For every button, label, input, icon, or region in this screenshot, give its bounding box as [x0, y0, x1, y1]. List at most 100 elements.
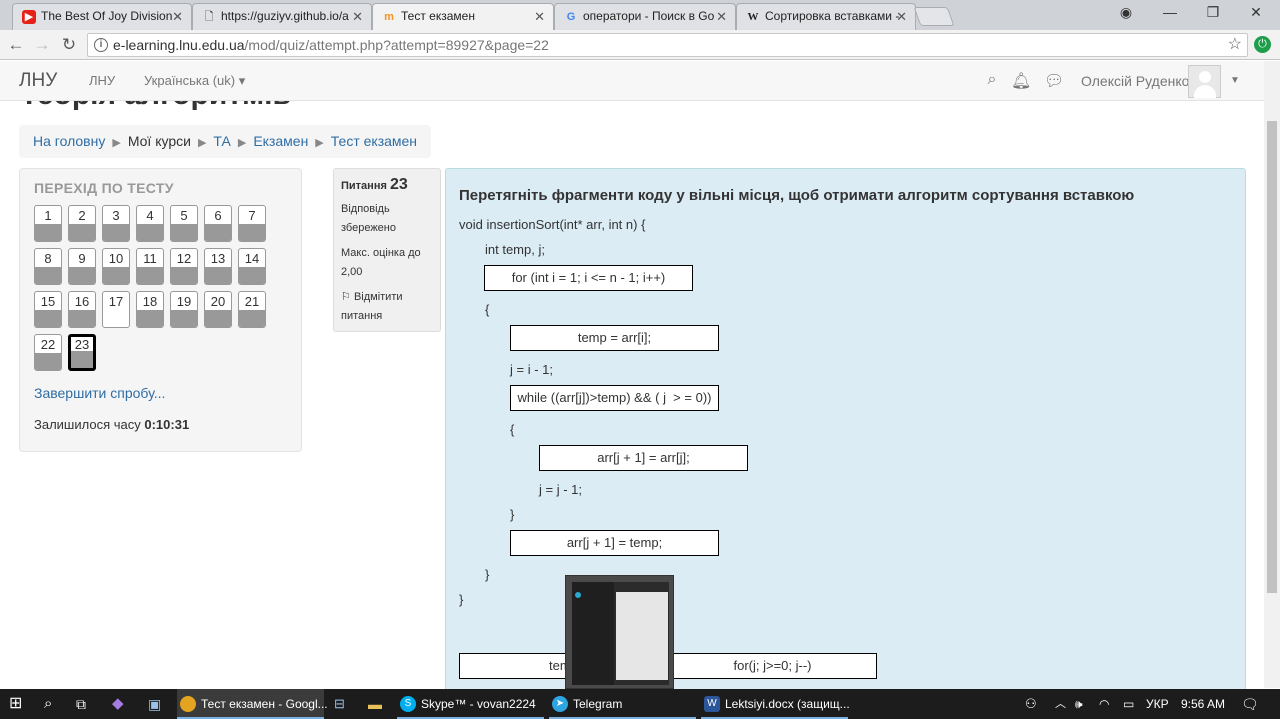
- answered-state-fill: [171, 267, 197, 284]
- taskbar-app-skype[interactable]: S Skype™ - vovan2224: [397, 689, 544, 719]
- quiz-question-button[interactable]: 21: [238, 291, 266, 328]
- wifi-icon[interactable]: ◠: [1099, 689, 1109, 719]
- taskbar-app-label: Lektsiyi.docx (защищ...: [725, 697, 850, 711]
- forward-icon[interactable]: →: [31, 34, 53, 56]
- tab-title: Сортировка вставками -: [765, 9, 900, 23]
- quiz-nav-title: ПЕРЕХІД ПО ТЕСТУ: [34, 180, 174, 196]
- new-tab-button[interactable]: [913, 7, 955, 26]
- close-icon[interactable]: ✕: [716, 4, 727, 29]
- drop-zone[interactable]: arr[j + 1] = temp;: [510, 530, 719, 556]
- photos-icon[interactable]: ▣: [148, 689, 161, 719]
- flag-question-link[interactable]: ⚐ Відмітити питання: [341, 288, 433, 326]
- site-brand[interactable]: ЛНУ: [19, 70, 57, 92]
- drop-zone[interactable]: while ((arr[j])>temp) && ( j > = 0)): [510, 385, 719, 411]
- extension-icon[interactable]: ⏻: [1254, 36, 1271, 53]
- quiz-question-button[interactable]: 9: [68, 248, 96, 285]
- taskbar-app-telegram[interactable]: ➤ Telegram: [549, 689, 696, 719]
- quiz-question-button[interactable]: 7: [238, 205, 266, 242]
- restore-icon[interactable]: ❐: [1203, 4, 1223, 21]
- browser-tab-wikipedia[interactable]: W Сортировка вставками - ✕: [736, 3, 916, 30]
- quiz-question-button[interactable]: 13: [204, 248, 232, 285]
- url-bar[interactable]: i e-learning.lnu.edu.ua/mod/quiz/attempt…: [87, 33, 1248, 57]
- quiz-question-button[interactable]: 3: [102, 205, 130, 242]
- breadcrumb-separator-icon: ▶: [197, 137, 207, 149]
- quiz-question-button[interactable]: 8: [34, 248, 62, 285]
- profile-icon[interactable]: ◉: [1116, 4, 1136, 21]
- quiz-question-button[interactable]: 11: [136, 248, 164, 285]
- scrollbar-thumb[interactable]: [1267, 121, 1277, 593]
- file-explorer-icon[interactable]: ▬: [368, 689, 382, 719]
- search-icon[interactable]: ⌕: [982, 71, 1002, 91]
- breadcrumb-section[interactable]: Екзамен: [253, 133, 308, 149]
- minimize-icon[interactable]: —: [1160, 4, 1180, 20]
- telegram-window-preview[interactable]: [565, 575, 674, 689]
- taskbar-app-chrome[interactable]: Тест екзамен - Googl...: [177, 689, 328, 719]
- battery-icon[interactable]: ▭: [1123, 689, 1134, 719]
- breadcrumb-home[interactable]: На головну: [33, 133, 105, 149]
- quiz-question-button[interactable]: 4: [136, 205, 164, 242]
- quiz-question-button[interactable]: 18: [136, 291, 164, 328]
- answered-state-fill: [205, 224, 231, 241]
- back-icon[interactable]: ←: [5, 34, 27, 56]
- quiz-question-button[interactable]: 19: [170, 291, 198, 328]
- close-icon[interactable]: ✕: [352, 4, 363, 29]
- drag-choice[interactable]: for(j; j>=0; j--): [668, 653, 877, 679]
- quiz-question-button[interactable]: 5: [170, 205, 198, 242]
- tab-title: оператори - Поиск в Go: [583, 9, 715, 23]
- avatar[interactable]: [1188, 65, 1221, 98]
- people-icon[interactable]: ⚇: [1025, 689, 1037, 719]
- close-icon[interactable]: ✕: [172, 4, 183, 29]
- bookmark-star-icon[interactable]: ☆: [1228, 34, 1242, 56]
- breadcrumb-course[interactable]: ТА: [213, 133, 230, 149]
- info-icon[interactable]: i: [94, 38, 108, 52]
- quiz-question-button[interactable]: 10: [102, 248, 130, 285]
- windows-start-icon[interactable]: ⊞: [9, 689, 22, 719]
- close-icon[interactable]: ✕: [534, 4, 545, 29]
- breadcrumb-quiz[interactable]: Тест екзамен: [331, 133, 417, 149]
- search-icon[interactable]: ⌕: [44, 689, 52, 719]
- close-icon[interactable]: ✕: [896, 4, 907, 29]
- terminal-icon[interactable]: ⊟: [334, 689, 345, 719]
- quiz-question-button[interactable]: 2: [68, 205, 96, 242]
- messages-icon[interactable]: 💬︎: [1044, 71, 1064, 91]
- nav-link-lnu[interactable]: ЛНУ: [89, 73, 115, 88]
- visual-studio-icon[interactable]: ◆: [112, 689, 124, 719]
- language-menu[interactable]: Українська (uk) ▾: [144, 73, 245, 89]
- quiz-question-button[interactable]: 14: [238, 248, 266, 285]
- input-language[interactable]: УКР: [1146, 689, 1169, 719]
- page-scrollbar[interactable]: [1264, 61, 1280, 688]
- quiz-question-button[interactable]: 20: [204, 291, 232, 328]
- browser-tab-github[interactable]: 🗋 https://guziyv.github.io/a ✕: [192, 3, 372, 30]
- browser-tab-exam[interactable]: m Тест екзамен ✕: [372, 3, 554, 30]
- quiz-question-number: 4: [146, 208, 154, 223]
- quiz-question-button[interactable]: 6: [204, 205, 232, 242]
- drop-zone[interactable]: for (int i = 1; i <= n - 1; i++): [484, 265, 693, 291]
- notifications-bell-icon[interactable]: 🔔︎: [1011, 71, 1031, 91]
- browser-tab-google[interactable]: G оператори - Поиск в Go ✕: [554, 3, 736, 30]
- finish-attempt-link[interactable]: Завершити спробу...: [34, 385, 165, 401]
- quiz-question-number: 17: [108, 294, 124, 309]
- moodle-icon: m: [384, 11, 394, 23]
- chevron-down-icon[interactable]: ▼: [1230, 75, 1240, 86]
- user-name[interactable]: Олексій Руденко: [1081, 73, 1189, 89]
- quiz-question-button[interactable]: 22: [34, 334, 62, 371]
- taskbar-app-word[interactable]: W Lektsiyi.docx (защищ...: [701, 689, 850, 719]
- question-number-value: 23: [389, 176, 408, 193]
- volume-icon[interactable]: 🕪︎: [1075, 689, 1083, 719]
- quiz-question-button[interactable]: 17: [102, 291, 130, 328]
- drop-zone[interactable]: temp = arr[i];: [510, 325, 719, 351]
- task-view-icon[interactable]: ⧉: [76, 689, 86, 719]
- breadcrumb-my-courses: Мої курси: [127, 133, 191, 149]
- quiz-question-button[interactable]: 23: [68, 334, 96, 371]
- close-window-icon[interactable]: ✕: [1246, 4, 1266, 21]
- browser-tab-youtube[interactable]: ▶ The Best Of Joy Division - ✕: [12, 3, 192, 30]
- quiz-question-button[interactable]: 1: [34, 205, 62, 242]
- reload-icon[interactable]: ↻: [58, 34, 80, 56]
- drop-zone[interactable]: arr[j + 1] = arr[j];: [539, 445, 748, 471]
- chevron-up-icon[interactable]: ︿: [1055, 689, 1066, 719]
- notification-center-icon[interactable]: 🗨︎: [1241, 689, 1259, 719]
- system-clock[interactable]: 9:56 AM: [1181, 689, 1225, 719]
- quiz-question-button[interactable]: 16: [68, 291, 96, 328]
- quiz-question-button[interactable]: 15: [34, 291, 62, 328]
- quiz-question-button[interactable]: 12: [170, 248, 198, 285]
